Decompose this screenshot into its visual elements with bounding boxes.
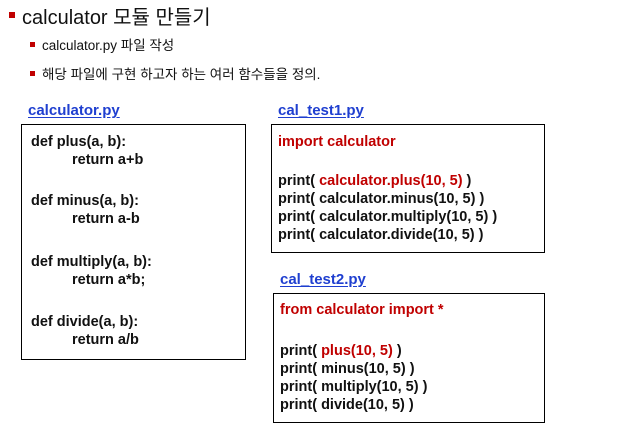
print-line: print( minus(10, 5) ): [280, 361, 415, 377]
code-line: def minus(a, b):: [31, 193, 139, 209]
import-line: from calculator import *: [280, 302, 444, 318]
cal-test1-label: cal_test1.py: [278, 102, 364, 119]
code-line: return a-b: [72, 211, 140, 227]
print-line: print( calculator.plus(10, 5) ): [278, 173, 472, 189]
sub-bullet-icon: [30, 42, 35, 47]
code-line: return a+b: [72, 152, 144, 168]
print-line: print( calculator.multiply(10, 5) ): [278, 209, 498, 225]
print-line: print( calculator.divide(10, 5) ): [278, 227, 484, 243]
cal-test1-code-box: import calculator print( calculator.plus…: [271, 124, 545, 253]
code-line: def multiply(a, b):: [31, 254, 152, 270]
code-line: return a/b: [72, 332, 139, 348]
cal-test2-label: cal_test2.py: [280, 271, 366, 288]
code-line: def divide(a, b):: [31, 314, 139, 330]
title-bullet-icon: [9, 12, 15, 18]
sub-bullet-icon: [30, 71, 35, 76]
page-title: calculator 모듈 만들기: [22, 7, 211, 29]
print-line: print( plus(10, 5) ): [280, 343, 402, 359]
subtitle-1: calculator.py 파일 작성: [42, 38, 175, 53]
subtitle-2: 해당 파일에 구현 하고자 하는 여러 함수들을 정의.: [42, 67, 321, 82]
calculator-py-code-box: def plus(a, b): return a+b def minus(a, …: [21, 124, 246, 360]
print-line: print( divide(10, 5) ): [280, 397, 414, 413]
code-line: def plus(a, b):: [31, 134, 127, 150]
print-line: print( calculator.minus(10, 5) ): [278, 191, 485, 207]
print-line: print( multiply(10, 5) ): [280, 379, 428, 395]
cal-test2-code-box: from calculator import * print( plus(10,…: [273, 293, 545, 423]
calculator-py-label: calculator.py: [28, 102, 120, 119]
import-line: import calculator: [278, 134, 396, 150]
code-line: return a*b;: [72, 272, 146, 288]
